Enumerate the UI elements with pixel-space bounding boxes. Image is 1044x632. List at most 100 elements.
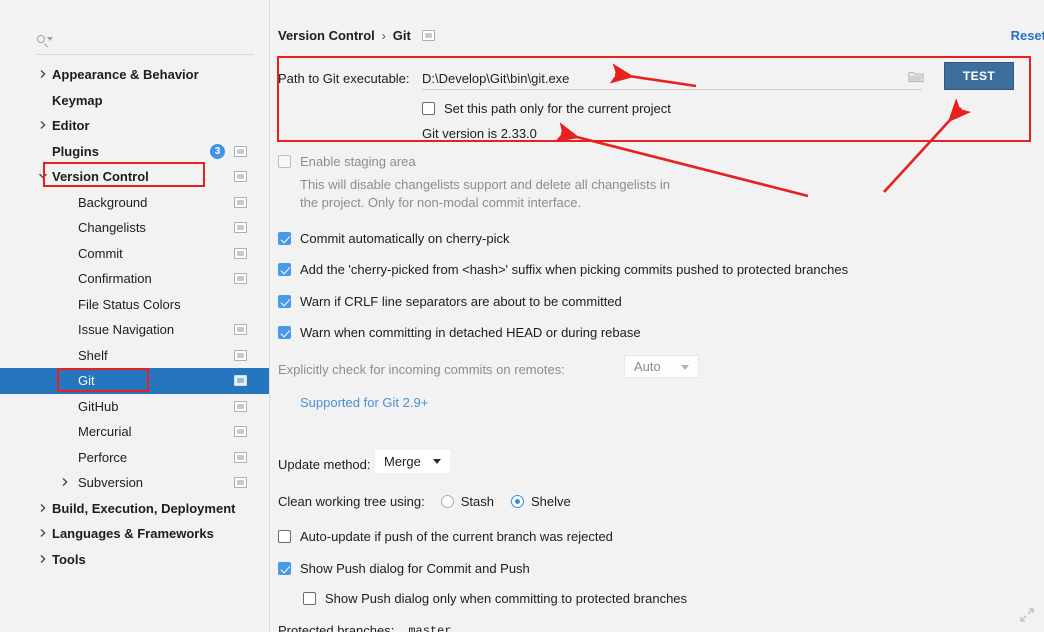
stash-radio[interactable] — [440, 495, 454, 508]
sidebar-item-build-execution-deployment[interactable]: Build, Execution, Deployment — [0, 496, 269, 522]
chevron-right-icon[interactable] — [60, 477, 72, 489]
sidebar-item-subversion[interactable]: Subversion — [0, 470, 269, 496]
cherry-picked-suffix-label: Add the 'cherry-picked from <hash>' suff… — [300, 262, 849, 277]
sidebar-item-keymap[interactable]: Keymap — [0, 88, 269, 114]
sidebar-item-editor[interactable]: Editor — [0, 113, 269, 139]
option-row-3[interactable]: Warn when committing in detached HEAD or… — [278, 325, 641, 340]
update-method-combo[interactable]: Merge — [375, 450, 450, 473]
update-method-value: Merge — [384, 454, 421, 469]
sidebar-item-plugins[interactable]: Plugins 3 — [0, 139, 269, 165]
settings-indicator-icon[interactable] — [421, 30, 435, 41]
sidebar-item-tools[interactable]: Tools — [0, 547, 269, 573]
sidebar-item-github[interactable]: GitHub — [0, 394, 269, 420]
auto-update-checkbox[interactable] — [278, 530, 291, 543]
sidebar-item-file-status-colors[interactable]: File Status Colors — [0, 292, 269, 318]
auto-update-row[interactable]: Auto-update if push of the current branc… — [278, 529, 613, 544]
commit-auto-cherry-pick-checkbox[interactable] — [278, 232, 291, 245]
search-input[interactable] — [56, 34, 246, 50]
sidebar-item-background[interactable]: Background — [0, 190, 269, 216]
staging-desc-text-2: the project. Only for non-modal commit i… — [300, 195, 582, 210]
show-push-protected-checkbox[interactable] — [303, 592, 316, 605]
settings-indicator-icon[interactable] — [234, 247, 247, 259]
staging-desc-line-1: This will disable changelists support an… — [300, 177, 670, 192]
enable-staging-row[interactable]: Enable staging area — [278, 154, 416, 169]
settings-indicator-icon[interactable] — [234, 349, 247, 361]
protected-branches-label: Protected branches: — [278, 623, 395, 632]
sidebar-item-label: Git — [78, 373, 95, 389]
show-push-label: Show Push dialog for Commit and Push — [300, 561, 530, 576]
show-push-protected-row[interactable]: Show Push dialog only when committing to… — [303, 591, 687, 606]
sidebar-item-label: Keymap — [52, 92, 103, 108]
sidebar-item-languages-frameworks[interactable]: Languages & Frameworks — [0, 521, 269, 547]
settings-indicator-icon[interactable] — [234, 273, 247, 284]
sidebar-item-version-control[interactable]: Version Control — [0, 164, 269, 190]
show-push-checkbox[interactable] — [278, 562, 291, 575]
set-path-project-only-checkbox[interactable] — [422, 102, 435, 115]
set-path-project-only-label: Set this path only for the current proje… — [444, 101, 671, 116]
set-path-project-only-row[interactable]: Set this path only for the current proje… — [422, 101, 671, 116]
sidebar-item-label: Appearance & Behavior — [52, 67, 199, 83]
settings-indicator-icon[interactable] — [234, 451, 247, 463]
settings-sidebar: Appearance & Behavior Keymap Editor Plugins… — [0, 0, 270, 632]
sidebar-item-confirmation[interactable]: Confirmation — [0, 266, 269, 292]
breadcrumb-parent[interactable]: Version Control — [278, 28, 375, 43]
chevron-right-icon[interactable] — [38, 69, 50, 81]
settings-indicator-icon[interactable] — [234, 171, 247, 182]
option-row-2[interactable]: Warn if CRLF line separators are about t… — [278, 294, 622, 309]
sidebar-item-label: Editor — [52, 118, 90, 134]
settings-indicator-icon[interactable] — [234, 145, 247, 157]
sidebar-item-label: Mercurial — [78, 424, 132, 440]
sidebar-item-changelists[interactable]: Changelists — [0, 215, 269, 241]
settings-indicator-icon[interactable] — [234, 400, 247, 412]
sidebar-item-label: Build, Execution, Deployment — [52, 500, 236, 516]
search-icon — [36, 34, 53, 50]
shelve-radio-option[interactable]: Shelve — [510, 494, 571, 509]
enable-staging-checkbox[interactable] — [278, 155, 291, 168]
path-to-git-input[interactable] — [422, 71, 922, 86]
warn-detached-head-checkbox[interactable] — [278, 326, 291, 339]
chevron-right-icon[interactable] — [38, 528, 50, 540]
sidebar-item-git[interactable]: Git — [0, 368, 269, 394]
incoming-commits-combo[interactable]: Auto — [624, 355, 699, 378]
show-push-row[interactable]: Show Push dialog for Commit and Push — [278, 561, 530, 576]
sidebar-item-label: Commit — [78, 245, 123, 261]
sidebar-item-mercurial[interactable]: Mercurial — [0, 419, 269, 445]
folder-icon[interactable] — [908, 70, 924, 83]
chevron-right-icon[interactable] — [38, 554, 50, 566]
option-row-0[interactable]: Commit automatically on cherry-pick — [278, 231, 510, 246]
sidebar-item-appearance-behavior[interactable]: Appearance & Behavior — [0, 62, 269, 88]
reset-link[interactable]: Reset — [1011, 28, 1044, 43]
sidebar-item-shelf[interactable]: Shelf — [0, 343, 269, 369]
sidebar-item-label: GitHub — [78, 398, 119, 414]
auto-update-label: Auto-update if push of the current branc… — [300, 529, 613, 544]
settings-indicator-icon[interactable] — [234, 324, 247, 335]
incoming-commits-label: Explicitly check for incoming commits on… — [278, 362, 565, 377]
breadcrumb-current: Git — [392, 28, 411, 43]
chevron-right-icon[interactable] — [38, 503, 50, 515]
sidebar-search[interactable] — [36, 30, 254, 55]
settings-indicator-icon[interactable] — [234, 426, 247, 437]
update-method-row: Update method: — [278, 457, 371, 472]
cherry-picked-suffix-checkbox[interactable] — [278, 263, 291, 276]
protected-branches-row: Protected branches: master — [278, 623, 452, 632]
settings-indicator-icon[interactable] — [234, 477, 247, 488]
protected-branches-value: master — [408, 623, 452, 632]
option-row-1[interactable]: Add the 'cherry-picked from <hash>' suff… — [278, 262, 848, 277]
path-to-git-field[interactable] — [422, 68, 922, 90]
settings-indicator-icon[interactable] — [234, 375, 247, 386]
settings-indicator-icon[interactable] — [234, 196, 247, 208]
shelve-radio[interactable] — [510, 495, 524, 508]
resize-corner-icon[interactable] — [1020, 608, 1034, 622]
chevron-down-icon[interactable] — [38, 171, 50, 183]
incoming-commits-value: Auto — [634, 359, 661, 374]
sidebar-item-issue-navigation[interactable]: Issue Navigation — [0, 317, 269, 343]
sidebar-item-perforce[interactable]: Perforce — [0, 445, 269, 471]
sidebar-item-label: Perforce — [78, 449, 128, 465]
test-button[interactable]: TEST — [944, 62, 1014, 90]
warn-crlf-checkbox[interactable] — [278, 295, 291, 308]
sidebar-item-commit[interactable]: Commit — [0, 241, 269, 267]
git-version-row: Git version is 2.33.0 — [422, 126, 537, 141]
chevron-right-icon[interactable] — [38, 120, 50, 132]
settings-indicator-icon[interactable] — [234, 222, 247, 233]
stash-radio-option[interactable]: Stash — [440, 494, 494, 509]
